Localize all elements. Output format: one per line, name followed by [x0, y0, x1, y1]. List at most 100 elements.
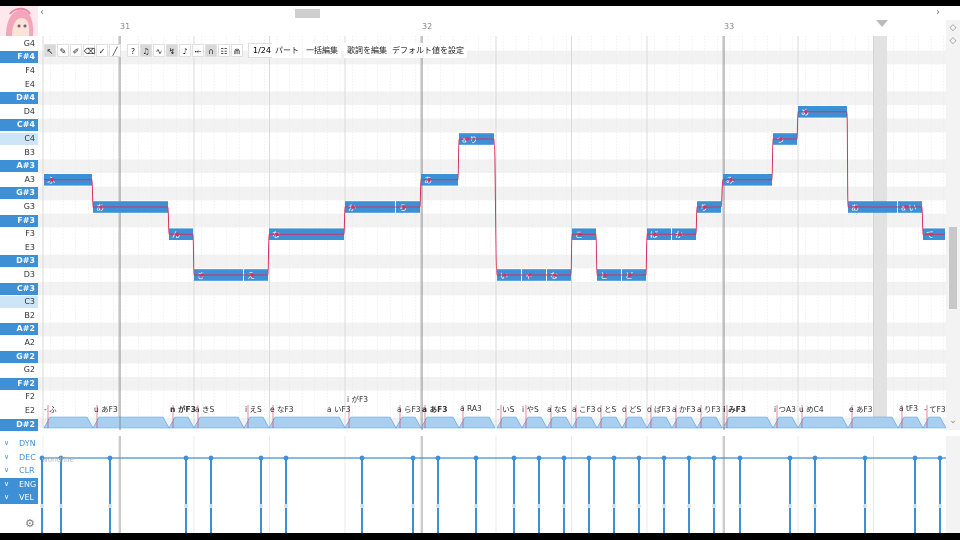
- eraser-tool-icon[interactable]: ⌫: [83, 44, 95, 57]
- eng-point[interactable]: [209, 504, 213, 508]
- phoneme-label[interactable]: i えS: [245, 404, 262, 415]
- pitch-point[interactable]: [351, 205, 355, 209]
- piano-key[interactable]: E3: [0, 242, 38, 254]
- velocity-handle[interactable]: [359, 455, 365, 461]
- piano-key[interactable]: G4: [0, 38, 38, 50]
- eng-point[interactable]: [612, 504, 616, 508]
- velocity-handle[interactable]: [787, 455, 793, 461]
- piano-key[interactable]: A2: [0, 337, 38, 349]
- eng-point[interactable]: [938, 504, 942, 508]
- velocity-handle[interactable]: [636, 455, 642, 461]
- phoneme-envelope[interactable]: [847, 416, 899, 429]
- chevron-down-icon[interactable]: ∨: [4, 437, 9, 450]
- velocity-handle[interactable]: [107, 455, 113, 461]
- phoneme-label[interactable]: e あF3: [849, 404, 873, 415]
- phoneme-label[interactable]: a RA3: [460, 404, 482, 413]
- piano-key[interactable]: C#4: [0, 119, 38, 132]
- velocity-handle[interactable]: [661, 455, 667, 461]
- pitch-point[interactable]: [200, 273, 204, 277]
- piano-key[interactable]: A#2: [0, 323, 38, 336]
- phoneme-label[interactable]: i やS: [522, 404, 539, 415]
- lock-tool-icon[interactable]: ⋒: [231, 44, 243, 57]
- menu-item[interactable]: パート: [272, 43, 302, 58]
- piano-key[interactable]: D#2: [0, 418, 38, 431]
- chevron-down-icon[interactable]: ∨: [4, 451, 9, 464]
- pitch-point[interactable]: [653, 232, 657, 236]
- velocity-handle[interactable]: [937, 455, 943, 461]
- diamond-icon[interactable]: ◇: [946, 23, 960, 33]
- velocity-handle[interactable]: [183, 455, 189, 461]
- eng-point[interactable]: [108, 504, 112, 508]
- pitch-point[interactable]: [904, 205, 908, 209]
- eng-point[interactable]: [687, 504, 691, 508]
- piano-key[interactable]: F2: [0, 391, 38, 403]
- scroll-right-icon[interactable]: ›: [936, 6, 940, 20]
- phoneme-label[interactable]: a りF3: [697, 404, 721, 415]
- phoneme-label[interactable]: - ふ: [44, 404, 57, 415]
- pitch-tool-icon[interactable]: ↯: [166, 44, 178, 57]
- eng-point[interactable]: [184, 504, 188, 508]
- velocity-handle[interactable]: [258, 455, 264, 461]
- velocity-handle[interactable]: [511, 455, 517, 461]
- eng-point[interactable]: [537, 504, 541, 508]
- piano-key[interactable]: C4: [0, 133, 38, 145]
- menu-item[interactable]: 一括編集: [303, 43, 341, 58]
- pencil-tool-icon[interactable]: ✎: [57, 44, 69, 57]
- pitch-point[interactable]: [578, 232, 582, 236]
- phoneme-label[interactable]: i がF3: [347, 394, 368, 405]
- menu-item[interactable]: デフォルト値を設定: [389, 43, 467, 58]
- phoneme-envelope[interactable]: [420, 416, 460, 429]
- pitch-point[interactable]: [99, 205, 103, 209]
- knife-tool-icon[interactable]: ╱: [109, 44, 121, 57]
- piano-key[interactable]: D4: [0, 106, 38, 118]
- vertical-scrollbar[interactable]: ◇ ◇ ⌄: [946, 20, 960, 430]
- piano-key[interactable]: F#4: [0, 51, 38, 64]
- velocity-handle[interactable]: [686, 455, 692, 461]
- velocity-handle[interactable]: [536, 455, 542, 461]
- eng-point[interactable]: [474, 504, 478, 508]
- phoneme-label[interactable]: a きS: [195, 404, 214, 415]
- piano-key[interactable]: F4: [0, 65, 38, 77]
- eng-point[interactable]: [40, 504, 44, 508]
- pitch-point[interactable]: [465, 137, 469, 141]
- line-pencil-tool-icon[interactable]: ✐: [70, 44, 82, 57]
- select-tool-icon[interactable]: ↖: [44, 44, 56, 57]
- eng-point[interactable]: [562, 504, 566, 508]
- drawline-tool-icon[interactable]: ✓: [96, 44, 108, 57]
- param-dec[interactable]: ∨ DEC: [0, 451, 38, 464]
- playhead-marker-icon[interactable]: [876, 20, 888, 28]
- eng-point[interactable]: [788, 504, 792, 508]
- eng-point[interactable]: [913, 504, 917, 508]
- piano-keys[interactable]: G4 F#4 F4 E4 D#4 D4 C#4 C4 B3 A#3 A3 G#3 G3 F#3 F3 E3 D#…: [0, 36, 38, 431]
- chevron-down-icon[interactable]: ∨: [4, 491, 9, 504]
- piano-key[interactable]: A3: [0, 174, 38, 186]
- pitch-point[interactable]: [427, 178, 431, 182]
- phoneme-label[interactable]: i みF3: [723, 404, 746, 415]
- pitch-point[interactable]: [528, 273, 532, 277]
- gear-icon[interactable]: ⚙: [25, 517, 35, 530]
- param-clr[interactable]: ∨ CLR: [0, 464, 38, 477]
- piano-key[interactable]: D3: [0, 269, 38, 281]
- phoneme-label[interactable]: n がF3: [170, 404, 196, 415]
- chevron-down-icon[interactable]: ⌄: [946, 416, 960, 426]
- note-tool-icon[interactable]: ♫: [140, 44, 152, 57]
- param-vel[interactable]: ∨ VEL: [0, 491, 38, 505]
- vertical-scroll-thumb[interactable]: [949, 227, 957, 309]
- piano-key[interactable]: G2: [0, 364, 38, 376]
- eng-point[interactable]: [360, 504, 364, 508]
- phoneme-label[interactable]: - てF3: [924, 404, 946, 415]
- piano-key[interactable]: E2: [0, 405, 38, 417]
- chevron-down-icon[interactable]: ∨: [4, 478, 9, 491]
- singer-avatar[interactable]: [0, 6, 38, 36]
- phoneme-envelope[interactable]: [797, 416, 849, 429]
- parameter-curve-area[interactable]: [38, 436, 946, 533]
- pitch-point[interactable]: [628, 273, 632, 277]
- param-eng[interactable]: ∨ ENG: [0, 477, 38, 491]
- phoneme-label[interactable]: a らF3: [397, 404, 421, 415]
- tie-tool-icon[interactable]: ♪: [179, 44, 191, 57]
- piano-key[interactable]: G#3: [0, 187, 38, 200]
- pitch-point[interactable]: [250, 273, 254, 277]
- phoneme-label[interactable]: u あF3: [94, 404, 118, 415]
- grid-tool-icon[interactable]: ☷: [218, 44, 230, 57]
- eng-point[interactable]: [436, 504, 440, 508]
